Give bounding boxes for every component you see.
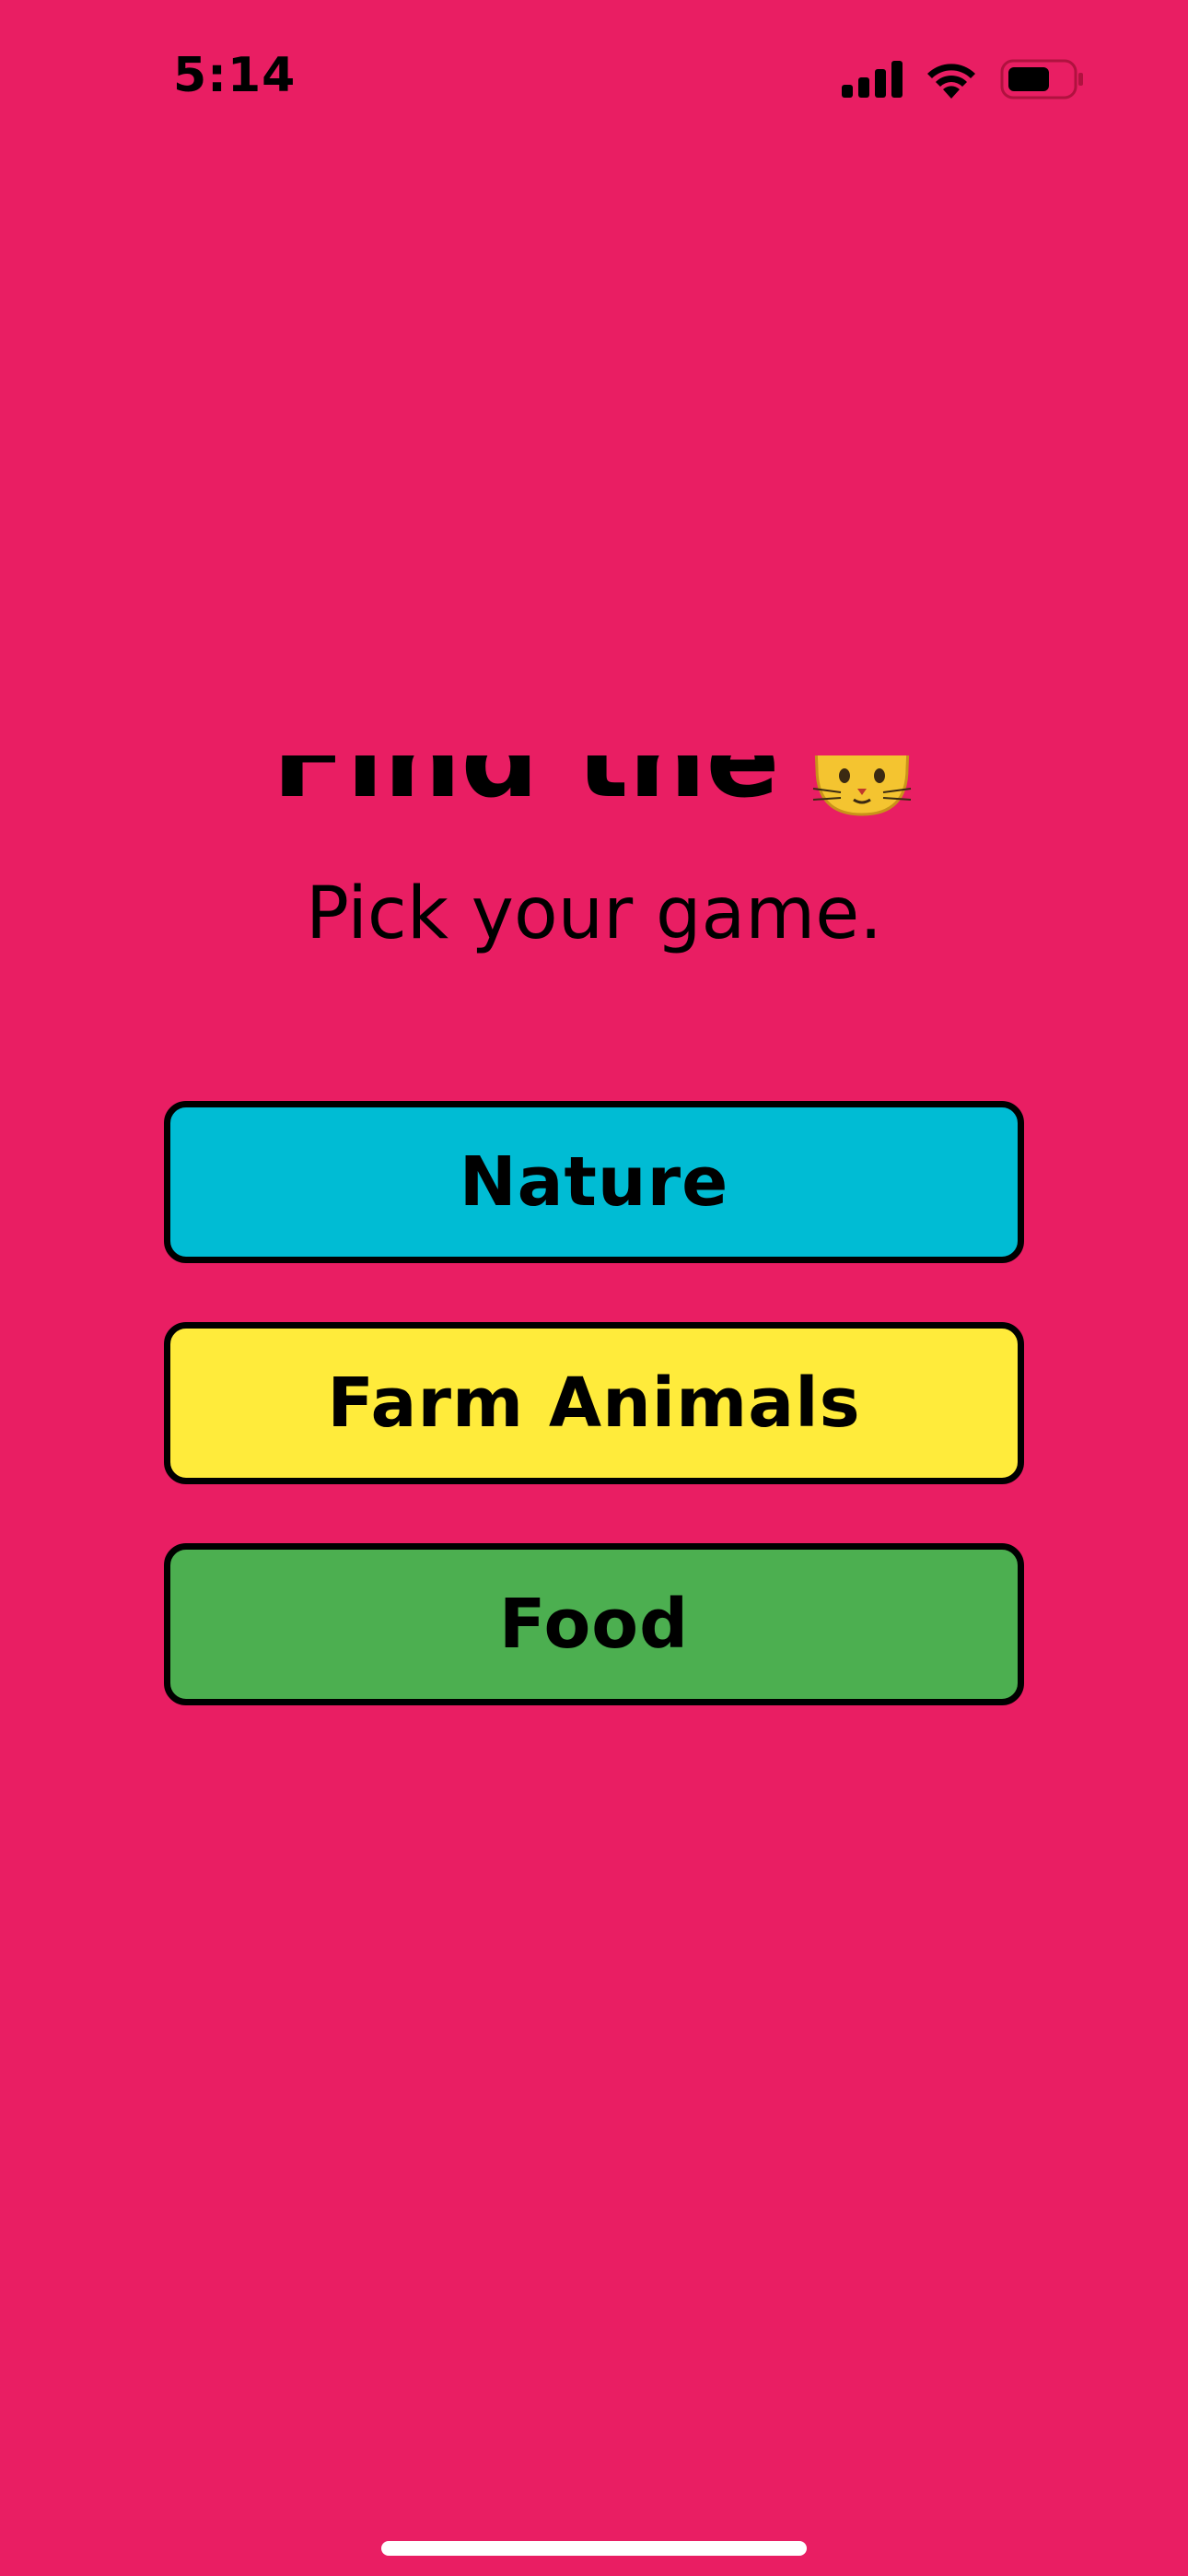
subtitle-container: Pick your game. bbox=[0, 875, 1188, 967]
status-time: 5:14 bbox=[173, 48, 297, 103]
app-screen: 5:14 Find the Pick your game. Nature Far… bbox=[0, 0, 1188, 2576]
battery-icon bbox=[1000, 59, 1083, 100]
title-text: Find the bbox=[272, 755, 780, 820]
status-icons bbox=[842, 57, 1085, 101]
cellular-signal-icon bbox=[842, 61, 903, 98]
food-game-button[interactable]: Food bbox=[164, 1543, 1024, 1705]
title-container: Find the bbox=[0, 755, 1188, 820]
status-bar: 5:14 bbox=[0, 0, 1188, 161]
cat-face-icon bbox=[808, 755, 916, 820]
nature-game-button[interactable]: Nature bbox=[164, 1101, 1024, 1263]
wifi-icon bbox=[927, 64, 975, 99]
page-title: Find the bbox=[0, 755, 1188, 820]
home-indicator[interactable] bbox=[381, 2541, 807, 2556]
page-subtitle: Pick your game. bbox=[305, 875, 883, 955]
farm-animals-game-button[interactable]: Farm Animals bbox=[164, 1322, 1024, 1484]
